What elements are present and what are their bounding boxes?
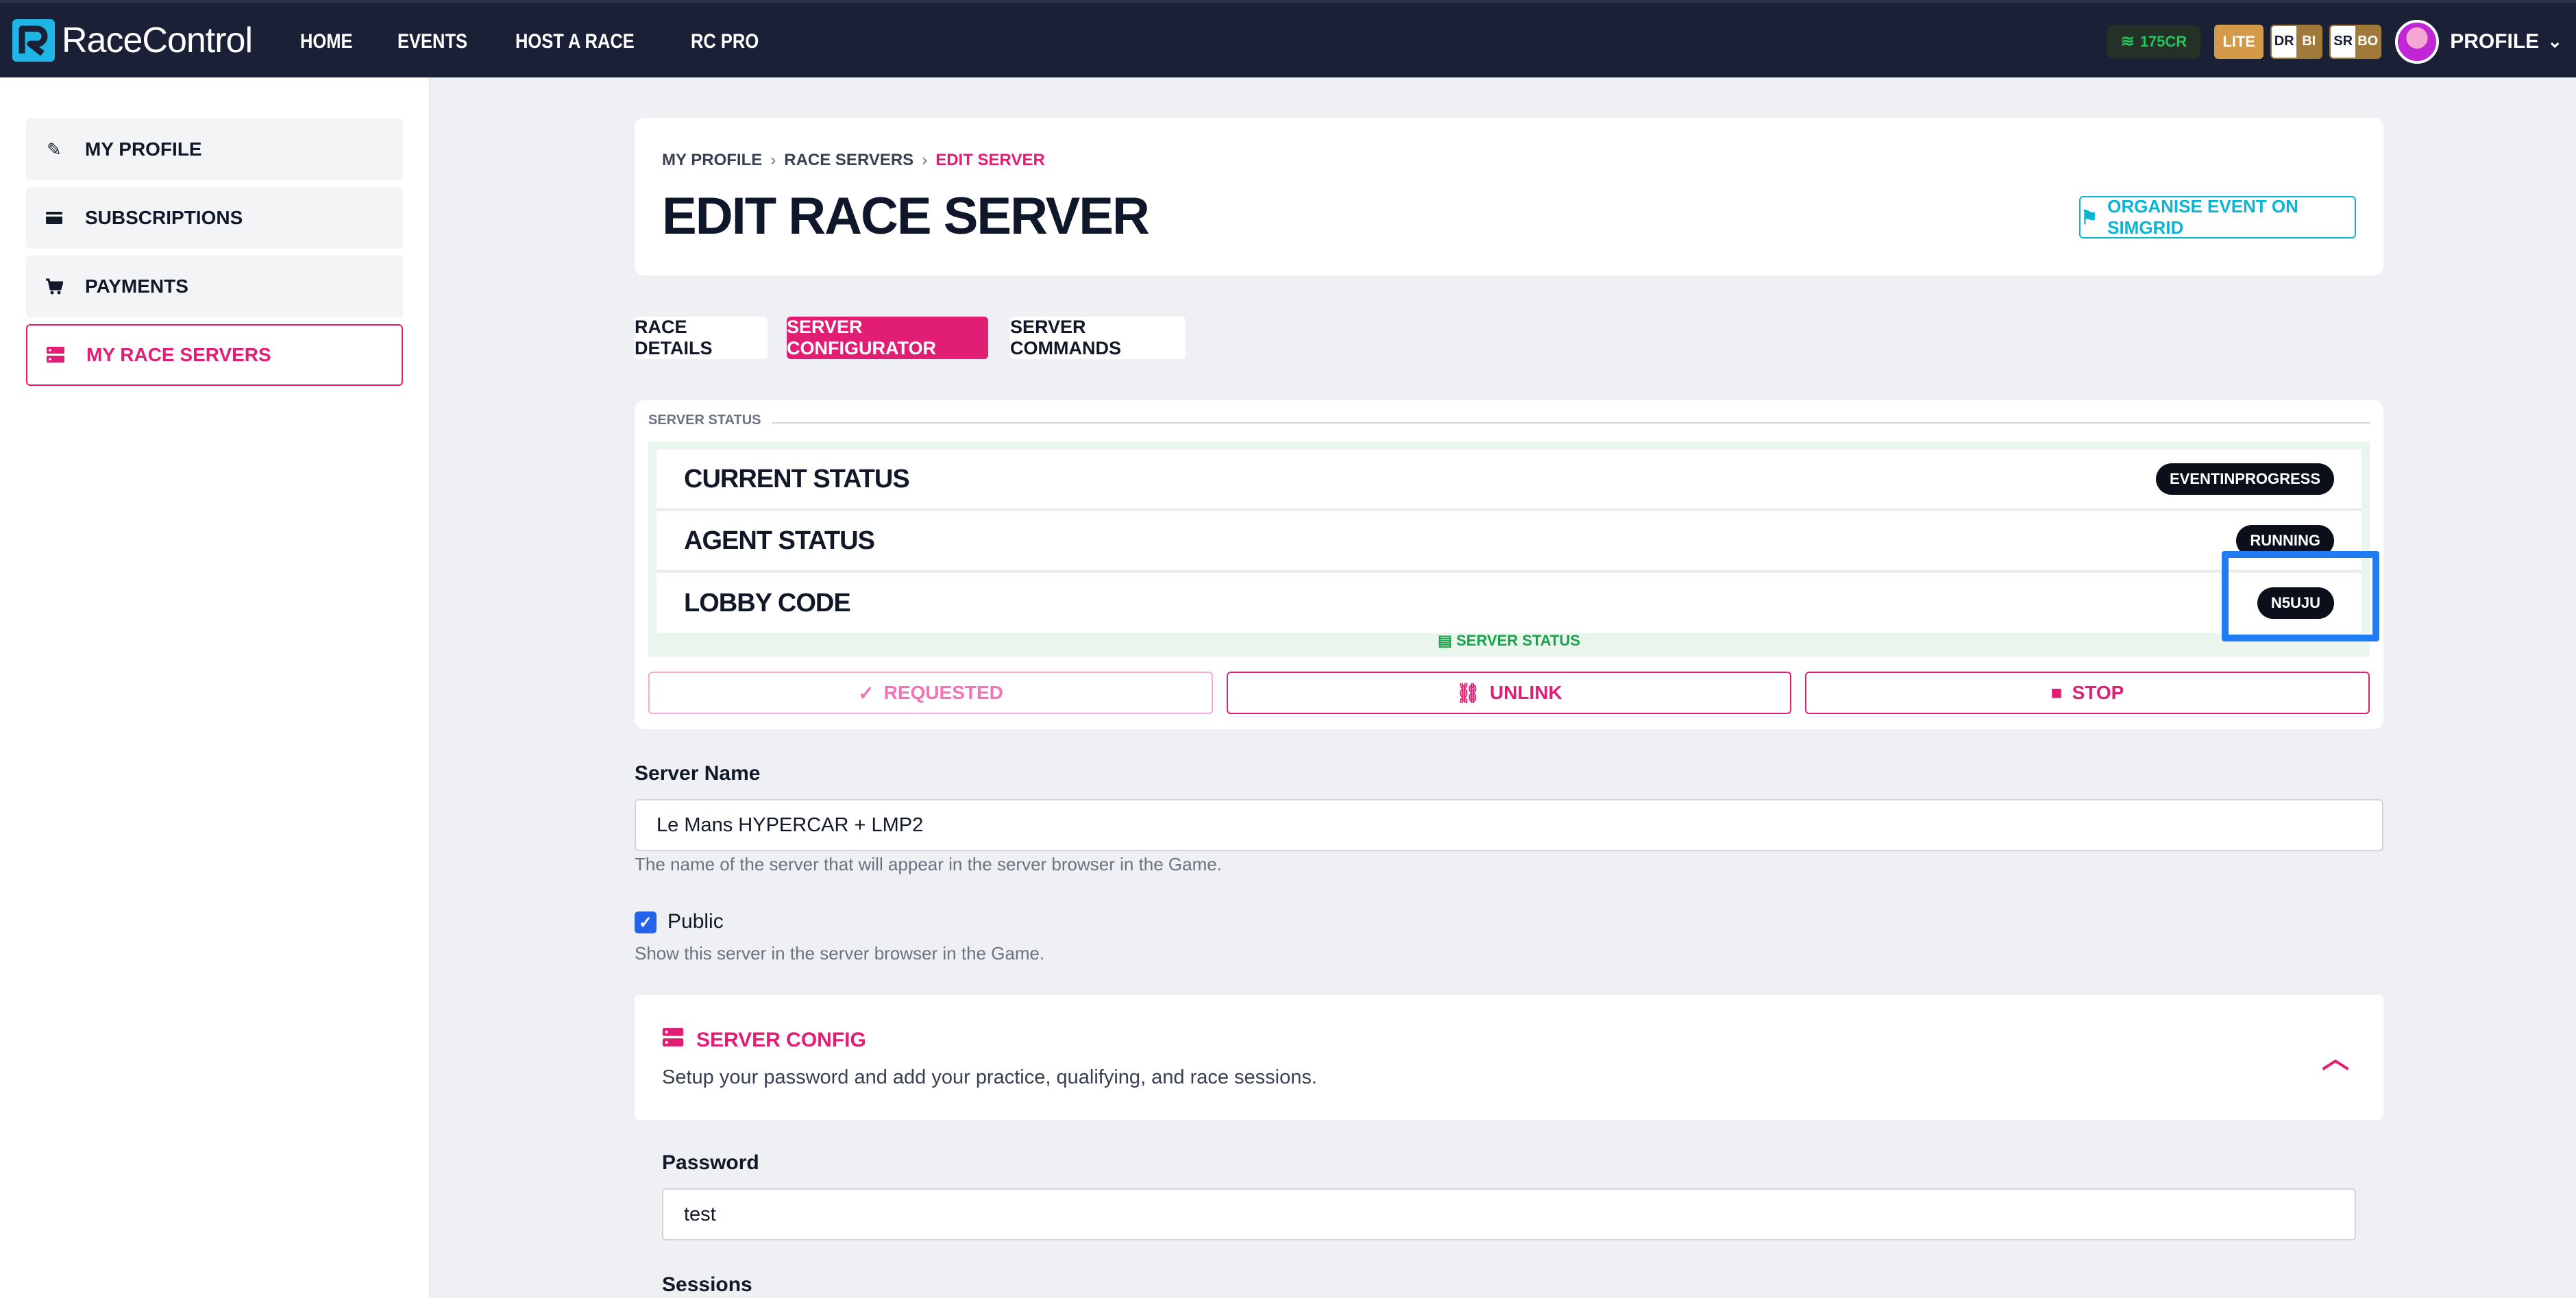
status-row-label: AGENT STATUS bbox=[684, 526, 875, 555]
nav-host-a-race[interactable]: HOST A RACE bbox=[515, 30, 635, 53]
sr-value: BO bbox=[2355, 25, 2381, 58]
sidebar-item-label: PAYMENTS bbox=[85, 275, 188, 297]
unlink-icon: ⛓ bbox=[1456, 682, 1480, 704]
sidebar-item-my-profile[interactable]: ✎ MY PROFILE bbox=[26, 119, 403, 180]
tab-server-configurator[interactable]: SERVER CONFIGURATOR bbox=[787, 317, 988, 359]
page-title: EDIT RACE SERVER bbox=[662, 187, 1150, 245]
status-row-label: CURRENT STATUS bbox=[684, 464, 910, 493]
stop-button[interactable]: ■ STOP bbox=[1805, 672, 2370, 714]
top-navbar: RaceControl HOME EVENTS HOST A RACE RC P… bbox=[0, 0, 2576, 77]
sidebar-item-label: MY PROFILE bbox=[85, 138, 202, 160]
sidebar-item-label: MY RACE SERVERS bbox=[86, 344, 271, 365]
sidebar-item-payments[interactable]: PAYMENTS bbox=[26, 256, 403, 317]
main-nav: HOME EVENTS HOST A RACE RC PRO bbox=[300, 3, 807, 80]
requested-label: REQUESTED bbox=[883, 682, 1003, 703]
server-status-box: CURRENT STATUS EVENTINPROGRESS AGENT STA… bbox=[648, 441, 2370, 657]
status-row-label: LOBBY CODE bbox=[684, 588, 851, 617]
public-help: Show this server in the server browser i… bbox=[635, 943, 1045, 964]
status-row-agent: AGENT STATUS RUNNING bbox=[657, 511, 2362, 572]
status-badge: EVENTINPROGRESS bbox=[2155, 463, 2334, 495]
dr-label: DR bbox=[2272, 25, 2297, 58]
password-input[interactable]: test bbox=[662, 1188, 2356, 1240]
breadcrumb: MY PROFILE › RACE SERVERS › EDIT SERVER bbox=[662, 151, 1045, 170]
requested-button[interactable]: ✓ REQUESTED bbox=[648, 672, 1213, 714]
nav-events[interactable]: EVENTS bbox=[397, 30, 467, 53]
safety-rating-badge: SR BO bbox=[2329, 24, 2382, 59]
tab-server-commands[interactable]: SERVER COMMANDS bbox=[1010, 317, 1186, 359]
server-icon: ▤ bbox=[1438, 632, 1456, 649]
chevron-right-icon: › bbox=[922, 151, 928, 169]
sr-label: SR bbox=[2331, 25, 2356, 58]
sidebar-item-label: SUBSCRIPTIONS bbox=[85, 207, 243, 228]
status-footer: ▤ SERVER STATUS bbox=[648, 632, 2370, 650]
app-name: RaceControl bbox=[62, 21, 253, 60]
public-checkbox[interactable]: ✓ bbox=[635, 911, 657, 933]
sidebar-item-subscriptions[interactable]: SUBSCRIPTIONS bbox=[26, 187, 403, 249]
check-icon: ✓ bbox=[858, 682, 874, 704]
check-icon: ✓ bbox=[638, 913, 653, 932]
credits-value: 175CR bbox=[2139, 32, 2187, 50]
status-row-current: CURRENT STATUS EVENTINPROGRESS bbox=[657, 450, 2362, 510]
profile-label: PROFILE bbox=[2450, 29, 2540, 53]
dr-value: BI bbox=[2296, 25, 2322, 58]
chevron-up-icon[interactable]: ︿ bbox=[2322, 1036, 2349, 1076]
stop-label: STOP bbox=[2072, 682, 2124, 703]
driver-rating-badge: DR BI bbox=[2270, 24, 2323, 59]
cart-icon bbox=[44, 276, 64, 297]
divider bbox=[772, 422, 2370, 424]
server-config-section[interactable]: SERVER CONFIG Setup your password and ad… bbox=[635, 995, 2383, 1120]
coins-icon: ≋ bbox=[2120, 32, 2135, 51]
server-name-input[interactable]: Le Mans HYPERCAR + LMP2 bbox=[635, 799, 2383, 851]
breadcrumb-race-servers[interactable]: RACE SERVERS bbox=[784, 151, 913, 170]
focus-highlight bbox=[2222, 551, 2379, 641]
server-status-legend: SERVER STATUS bbox=[648, 413, 761, 428]
page-header-card: MY PROFILE › RACE SERVERS › EDIT SERVER … bbox=[635, 118, 2383, 275]
pencil-icon: ✎ bbox=[47, 138, 62, 160]
racecontrol-logo-icon bbox=[12, 19, 55, 62]
avatar[interactable] bbox=[2395, 19, 2440, 64]
sidebar: ✎ MY PROFILE SUBSCRIPTIONS PAYMENTS MY R… bbox=[0, 77, 430, 1298]
nav-home[interactable]: HOME bbox=[300, 30, 353, 53]
unlink-button[interactable]: ⛓ UNLINK bbox=[1227, 672, 1791, 714]
credits-badge[interactable]: ≋ 175CR bbox=[2107, 25, 2201, 58]
server-name-help: The name of the server that will appear … bbox=[635, 854, 1222, 874]
sessions-label: Sessions bbox=[662, 1273, 752, 1296]
breadcrumb-my-profile[interactable]: MY PROFILE bbox=[662, 151, 762, 170]
flag-icon: ⚑ bbox=[2081, 206, 2098, 228]
password-label: Password bbox=[662, 1151, 759, 1174]
sidebar-item-my-race-servers[interactable]: MY RACE SERVERS bbox=[26, 324, 403, 386]
logo[interactable]: RaceControl bbox=[12, 19, 253, 62]
nav-rc-pro[interactable]: RC PRO bbox=[691, 30, 759, 53]
server-icon bbox=[662, 1028, 684, 1053]
licence-badge: LITE bbox=[2214, 24, 2264, 59]
card-icon bbox=[44, 208, 64, 228]
server-name-label: Server Name bbox=[635, 762, 761, 785]
profile-menu[interactable]: PROFILE ⌄ bbox=[2450, 30, 2562, 53]
organise-event-simgrid-button[interactable]: ⚑ ORGANISE EVENT ON SIMGRID bbox=[2079, 196, 2356, 238]
server-icon bbox=[45, 345, 66, 365]
tab-race-details[interactable]: RACE DETAILS bbox=[635, 317, 768, 359]
breadcrumb-edit-server: EDIT SERVER bbox=[935, 151, 1045, 169]
stop-icon: ■ bbox=[2050, 682, 2063, 703]
status-footer-label: SERVER STATUS bbox=[1456, 632, 1580, 649]
public-label: Public bbox=[667, 910, 724, 933]
chevron-right-icon: › bbox=[770, 151, 776, 169]
server-config-subtitle: Setup your password and add your practic… bbox=[662, 1066, 1317, 1088]
server-status-card: SERVER STATUS CURRENT STATUS EVENTINPROG… bbox=[635, 400, 2383, 729]
simgrid-button-label: ORGANISE EVENT ON SIMGRID bbox=[2107, 196, 2298, 238]
chevron-down-icon: ⌄ bbox=[2547, 31, 2562, 51]
server-config-title-label: SERVER CONFIG bbox=[696, 1029, 866, 1051]
status-row-lobby-code: LOBBY CODE N5UJU bbox=[657, 573, 2362, 633]
unlink-label: UNLINK bbox=[1489, 682, 1562, 703]
server-config-title: SERVER CONFIG bbox=[662, 1028, 866, 1053]
user-area: ≋ 175CR LITE DR BI SR BO PROFILE ⌄ bbox=[2107, 3, 2562, 80]
